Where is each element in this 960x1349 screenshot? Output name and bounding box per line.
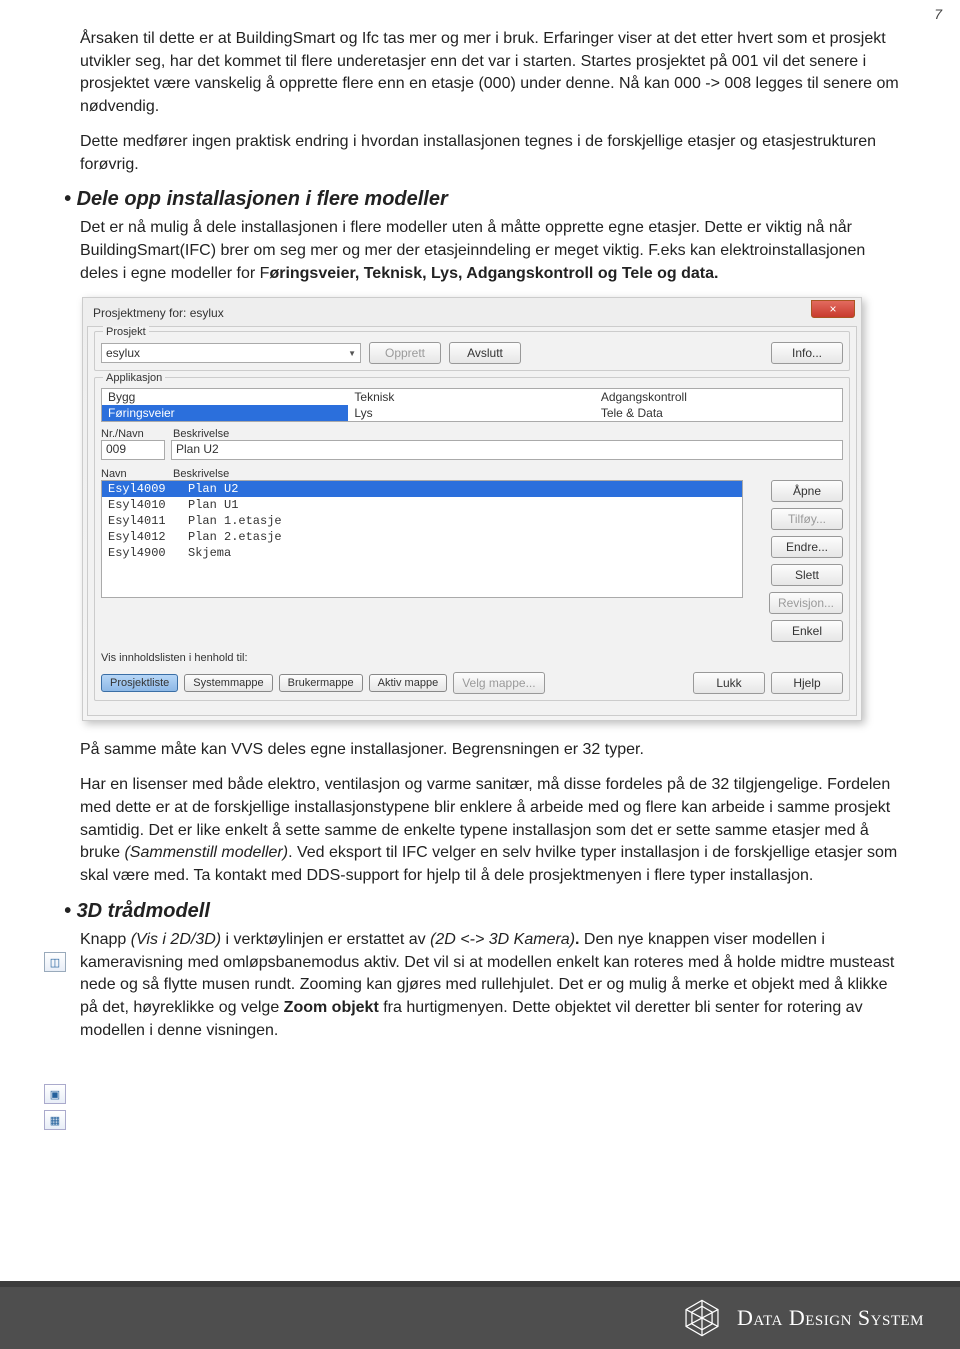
input-beskrivelse[interactable]: Plan U2 [171, 440, 843, 460]
button-avslutt[interactable]: Avslutt [449, 342, 521, 364]
logo-icon [681, 1297, 723, 1339]
file-name: Esyl4012 [108, 530, 188, 544]
dialog-prosjektmeny: Prosjektmeny for: esylux × Prosjekt esyl… [82, 297, 862, 721]
sec1-text-bold: øringsveier, Teknisk, Lys, Adgangskontro… [269, 265, 718, 282]
file-desc: Plan 2.etasje [188, 530, 282, 544]
paragraph-sec2: Knapp (Vis i 2D/3D) i verktøylinjen er e… [80, 929, 900, 1043]
file-desc: Plan U2 [188, 482, 238, 496]
button-slett[interactable]: Slett [771, 564, 843, 586]
app-item-foringsveier[interactable]: Føringsveier [102, 405, 348, 421]
paragraph-intro-1: Årsaken til dette er at BuildingSmart og… [80, 28, 900, 119]
s2bold: Zoom objekt [284, 999, 379, 1016]
button-hjelp[interactable]: Hjelp [771, 672, 843, 694]
paragraph-sec1: Det er nå mulig å dele installasjonen i … [80, 217, 900, 285]
file-name: Esyl4900 [108, 546, 188, 560]
app-item-lys[interactable]: Lys [348, 405, 594, 421]
s2b: i verktøylinjen er erstattet av [221, 931, 430, 948]
vis-label: Vis innholdslisten i henhold til: [101, 652, 843, 664]
app-item-tele-data[interactable]: Tele & Data [595, 405, 841, 421]
file-row[interactable]: Esyl4900Skjema [102, 545, 742, 561]
s2dot: . [575, 931, 584, 948]
group-label-applikasjon: Applikasjon [103, 372, 165, 384]
button-enkel[interactable]: Enkel [771, 620, 843, 642]
dialog-title: Prosjektmeny for: esylux [93, 306, 224, 320]
heading-dele-opp: Dele opp installasjonen i flere modeller [64, 188, 900, 211]
button-lukk[interactable]: Lukk [693, 672, 765, 694]
para2-em: (Sammenstill modeller) [124, 844, 288, 861]
s2em1: (Vis i 2D/3D) [131, 931, 221, 948]
input-nr[interactable]: 009 [101, 440, 165, 460]
view-2d3d-icon: ▣ [44, 1084, 66, 1104]
button-tilfoy[interactable]: Tilføy... [771, 508, 843, 530]
button-velgmappe[interactable]: Velg mappe... [453, 672, 544, 694]
button-info[interactable]: Info... [771, 342, 843, 364]
toggle-prosjektliste[interactable]: Prosjektliste [101, 674, 178, 692]
combo-prosjekt[interactable]: esylux ▼ [101, 343, 361, 363]
footer-brand: Data Design System [737, 1305, 924, 1331]
button-revisjon[interactable]: Revisjon... [769, 592, 843, 614]
hdr-nrnavn: Nr./Navn [101, 428, 173, 440]
file-name: Esyl4009 [108, 482, 188, 496]
app-item-teknisk[interactable]: Teknisk [348, 389, 594, 405]
button-apne[interactable]: Åpne [771, 480, 843, 502]
page-number: 7 [934, 6, 942, 22]
paragraph-after-2: Har en lisenser med både elektro, ventil… [80, 774, 900, 888]
file-name: Esyl4010 [108, 498, 188, 512]
button-opprett[interactable]: Opprett [369, 342, 441, 364]
s2em2: (2D <-> 3D Kamera) [430, 931, 575, 948]
file-row[interactable]: Esyl4011Plan 1.etasje [102, 513, 742, 529]
combo-value: esylux [106, 346, 140, 360]
close-button[interactable]: × [811, 300, 855, 318]
toggle-systemmappe[interactable]: Systemmappe [184, 674, 272, 692]
toggle-aktivmappe[interactable]: Aktiv mappe [369, 674, 448, 692]
s2a: Knapp [80, 931, 131, 948]
file-desc: Plan 1.etasje [188, 514, 282, 528]
button-endre[interactable]: Endre... [771, 536, 843, 558]
app-item-bygg[interactable]: Bygg [102, 389, 348, 405]
toggle-brukermappe[interactable]: Brukermappe [279, 674, 363, 692]
heading-3d-tradmodell: 3D trådmodell [64, 900, 900, 923]
file-row[interactable]: Esyl4009Plan U2 [102, 481, 742, 497]
footer: Data Design System [0, 1281, 960, 1349]
file-name: Esyl4011 [108, 514, 188, 528]
file-row[interactable]: Esyl4010Plan U1 [102, 497, 742, 513]
app-item-adgangskontroll[interactable]: Adgangskontroll [595, 389, 841, 405]
application-list[interactable]: Bygg Føringsveier Teknisk Lys Adgangskon… [101, 388, 843, 422]
hdr-beskrivelse: Beskrivelse [173, 428, 229, 440]
view-camera-icon: ▦ [44, 1110, 66, 1130]
group-label-prosjekt: Prosjekt [103, 326, 149, 338]
chevron-down-icon: ▼ [348, 349, 356, 358]
paragraph-intro-2: Dette medfører ingen praktisk endring i … [80, 131, 900, 176]
file-row[interactable]: Esyl4012Plan 2.etasje [102, 529, 742, 545]
file-list[interactable]: Esyl4009Plan U2 Esyl4010Plan U1 Esyl4011… [101, 480, 743, 598]
file-desc: Plan U1 [188, 498, 238, 512]
hdr2-navn: Navn [101, 468, 173, 480]
hdr2-beskrivelse: Beskrivelse [173, 468, 229, 480]
sammenstill-icon: ◫ [44, 952, 66, 972]
paragraph-after-1: På samme måte kan VVS deles egne install… [80, 739, 900, 762]
file-desc: Skjema [188, 546, 231, 560]
